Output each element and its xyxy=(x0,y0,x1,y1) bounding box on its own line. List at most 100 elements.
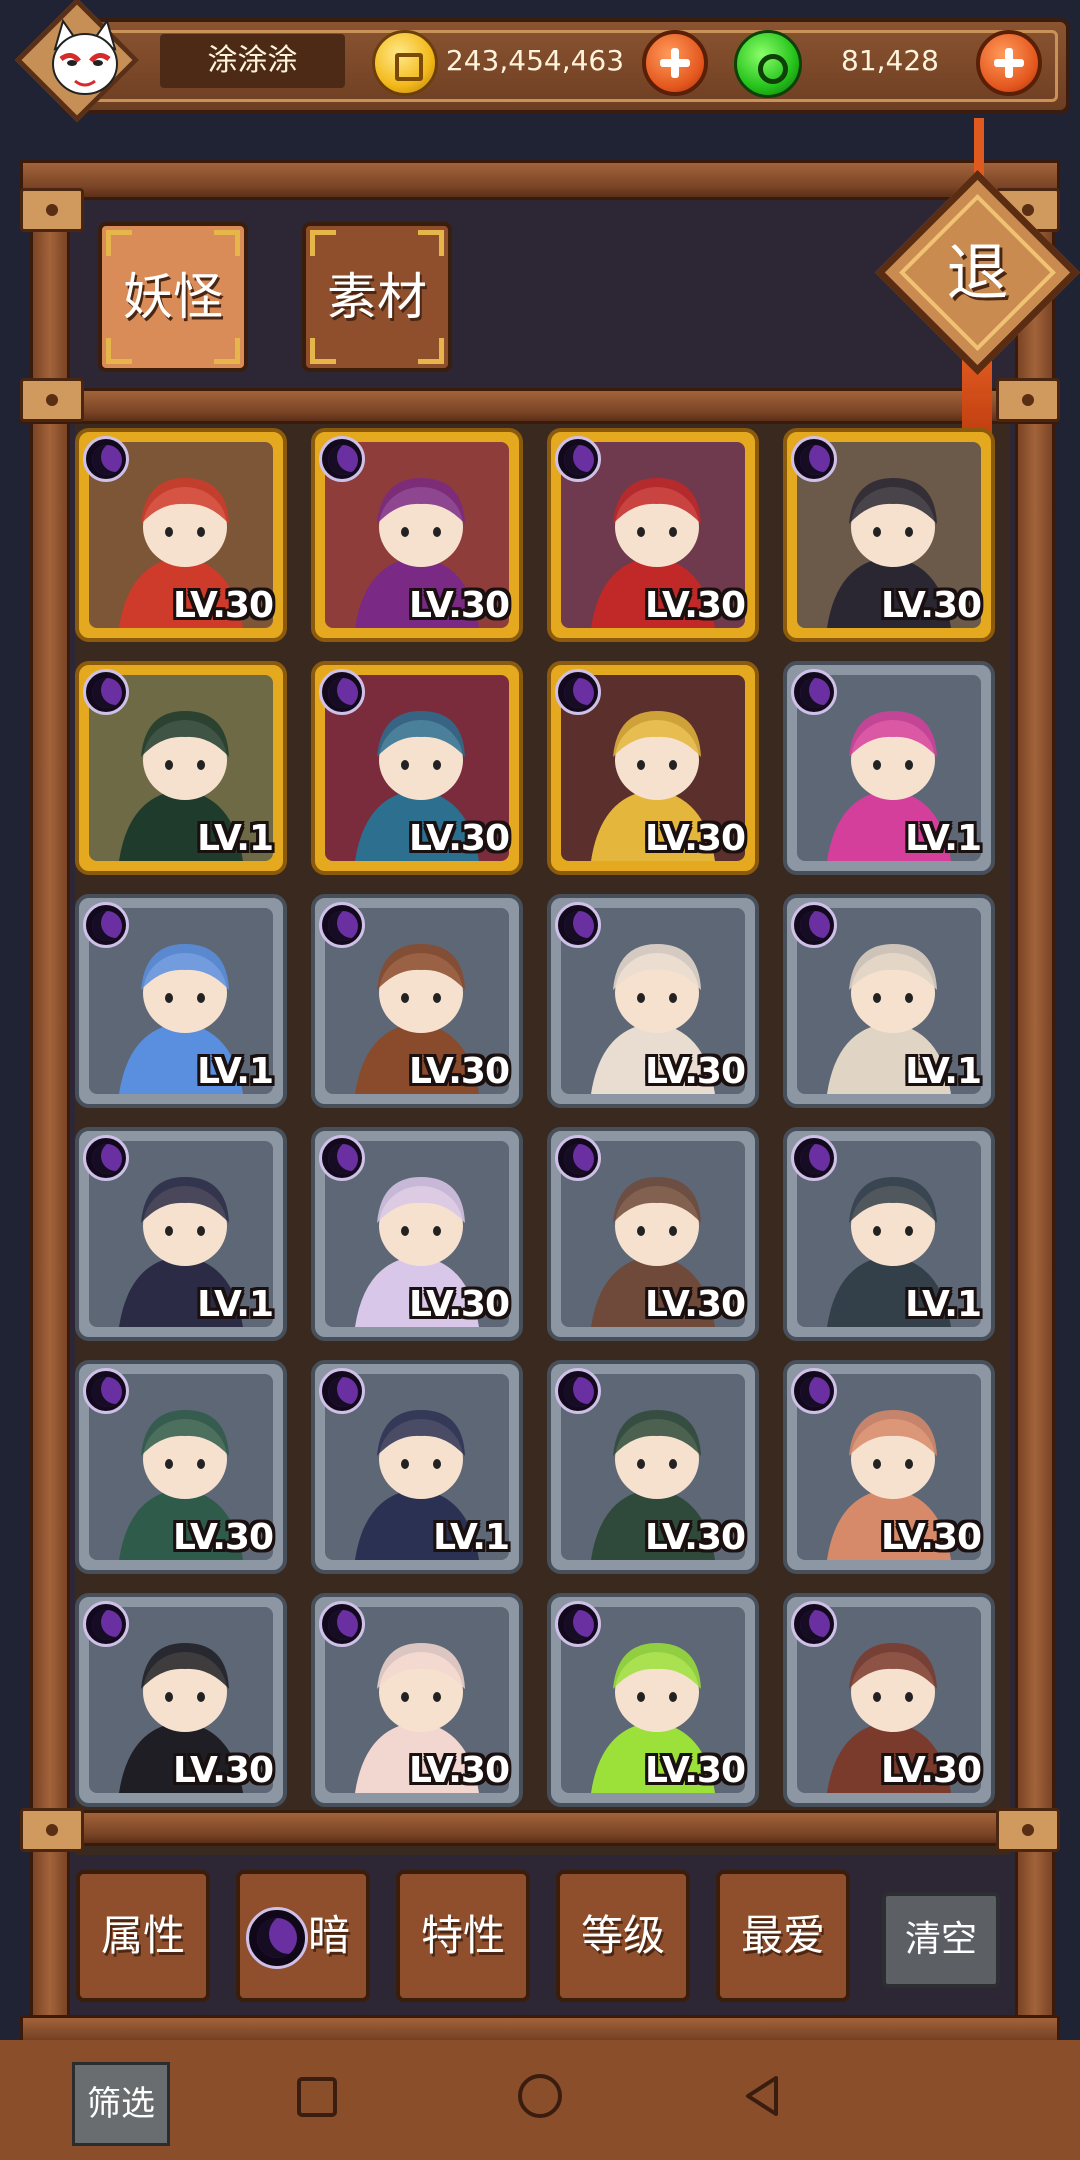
monster-level: LV.1 xyxy=(197,1284,274,1325)
monster-level: LV.30 xyxy=(173,1517,274,1558)
monster-card[interactable]: LV.1 xyxy=(75,894,287,1108)
screen-filter-button[interactable]: 筛选 xyxy=(72,2062,170,2146)
monster-card[interactable]: LV.1 xyxy=(75,1127,287,1341)
dark-element-icon xyxy=(791,1368,837,1414)
monster-level: LV.1 xyxy=(433,1517,510,1558)
dark-element-icon xyxy=(83,1135,129,1181)
monster-level: LV.30 xyxy=(409,585,510,626)
dark-moon-icon xyxy=(246,1907,308,1969)
top-beam xyxy=(20,160,1060,200)
dark-element-icon xyxy=(791,1601,837,1647)
add-gems-button[interactable] xyxy=(976,30,1042,96)
filter-trait-label: 特性 xyxy=(420,1911,505,1960)
monster-card[interactable]: LV.30 xyxy=(547,661,759,875)
filter-attribute-button[interactable]: 属性 xyxy=(76,1870,210,2002)
monster-level: LV.30 xyxy=(645,585,746,626)
left-post xyxy=(30,170,70,2050)
dark-element-icon xyxy=(791,902,837,948)
back-icon[interactable] xyxy=(740,2074,784,2118)
filter-favorite-button[interactable]: 最爱 xyxy=(716,1870,850,2002)
dark-element-icon xyxy=(791,436,837,482)
dark-element-icon xyxy=(319,1601,365,1647)
monster-card[interactable]: LV.30 xyxy=(783,1360,995,1574)
monster-card[interactable]: LV.1 xyxy=(783,894,995,1108)
recent-apps-icon[interactable] xyxy=(297,2077,337,2117)
dark-element-icon xyxy=(319,669,365,715)
tab-materials[interactable]: 素材 xyxy=(302,222,452,372)
gold-amount: 243,454,463 xyxy=(445,44,625,77)
dark-element-icon xyxy=(83,669,129,715)
monster-card[interactable]: LV.30 xyxy=(75,428,287,642)
gem-amount: 81,428 xyxy=(841,44,939,77)
bracket xyxy=(996,1808,1060,1852)
monster-card[interactable]: LV.30 xyxy=(311,894,523,1108)
filter-trait-button[interactable]: 特性 xyxy=(396,1870,530,2002)
monster-card[interactable]: LV.30 xyxy=(311,661,523,875)
dark-element-icon xyxy=(319,1135,365,1181)
monster-level: LV.30 xyxy=(645,1051,746,1092)
tab-monsters-label: 妖怪 xyxy=(123,268,223,326)
monster-level: LV.30 xyxy=(881,585,982,626)
dark-element-icon xyxy=(83,436,129,482)
monster-level: LV.30 xyxy=(645,818,746,859)
monster-level: LV.30 xyxy=(881,1750,982,1791)
dark-element-icon xyxy=(319,1368,365,1414)
monster-card[interactable]: LV.30 xyxy=(547,1127,759,1341)
monster-level: LV.1 xyxy=(905,1051,982,1092)
tab-monsters[interactable]: 妖怪 xyxy=(98,222,248,372)
dark-element-icon xyxy=(555,1368,601,1414)
filter-attribute-label: 属性 xyxy=(100,1911,185,1960)
dark-element-icon xyxy=(555,1601,601,1647)
monster-level: LV.1 xyxy=(905,1284,982,1325)
dark-element-icon xyxy=(555,436,601,482)
monster-card[interactable]: LV.30 xyxy=(547,1360,759,1574)
filter-level-label: 等级 xyxy=(580,1911,665,1960)
monster-level: LV.1 xyxy=(197,818,274,859)
filter-dark-label: 暗 xyxy=(308,1911,351,1960)
bracket xyxy=(20,188,84,232)
player-name: 涂涂涂 xyxy=(160,34,345,88)
monster-level: LV.30 xyxy=(409,1750,510,1791)
dark-element-icon xyxy=(83,1368,129,1414)
home-icon[interactable] xyxy=(518,2074,562,2118)
monster-card[interactable]: LV.1 xyxy=(783,1127,995,1341)
dark-element-icon xyxy=(555,1135,601,1181)
monster-level: LV.30 xyxy=(645,1284,746,1325)
monster-card[interactable]: LV.1 xyxy=(311,1360,523,1574)
monster-card[interactable]: LV.30 xyxy=(75,1360,287,1574)
monster-card[interactable]: LV.30 xyxy=(75,1593,287,1807)
tab-beam xyxy=(20,388,1060,424)
gold-coin-icon xyxy=(372,30,438,96)
resource-bar: 涂涂涂 243,454,463 81,428 xyxy=(0,0,1080,125)
clear-filters-button[interactable]: 清空 xyxy=(882,1892,1000,1988)
filter-favorite-label: 最爱 xyxy=(740,1911,825,1960)
grid-bottom-beam xyxy=(20,1810,1060,1846)
dark-element-icon xyxy=(791,669,837,715)
add-gold-button[interactable] xyxy=(642,30,708,96)
dark-element-icon xyxy=(791,1135,837,1181)
monster-card[interactable]: LV.30 xyxy=(311,428,523,642)
monster-card[interactable]: LV.30 xyxy=(547,428,759,642)
dark-element-icon xyxy=(83,1601,129,1647)
right-post xyxy=(1015,170,1055,2050)
dark-element-icon xyxy=(319,436,365,482)
monster-card[interactable]: LV.1 xyxy=(783,661,995,875)
bracket xyxy=(20,1808,84,1852)
monster-card[interactable]: LV.30 xyxy=(783,1593,995,1807)
exit-label[interactable]: 退 xyxy=(905,200,1050,345)
monster-level: LV.1 xyxy=(905,818,982,859)
jade-gem-icon xyxy=(734,30,802,98)
filter-dark-button[interactable]: 暗 xyxy=(236,1870,370,2002)
player-avatar[interactable] xyxy=(10,0,160,123)
monster-level: LV.30 xyxy=(173,1750,274,1791)
monster-card[interactable]: LV.30 xyxy=(783,428,995,642)
monster-level: LV.30 xyxy=(409,1051,510,1092)
tab-materials-label: 素材 xyxy=(327,268,427,326)
filter-level-button[interactable]: 等级 xyxy=(556,1870,690,2002)
monster-card[interactable]: LV.1 xyxy=(75,661,287,875)
monster-card[interactable]: LV.30 xyxy=(547,894,759,1108)
monster-card[interactable]: LV.30 xyxy=(311,1127,523,1341)
dark-element-icon xyxy=(555,902,601,948)
monster-card[interactable]: LV.30 xyxy=(311,1593,523,1807)
monster-card[interactable]: LV.30 xyxy=(547,1593,759,1807)
